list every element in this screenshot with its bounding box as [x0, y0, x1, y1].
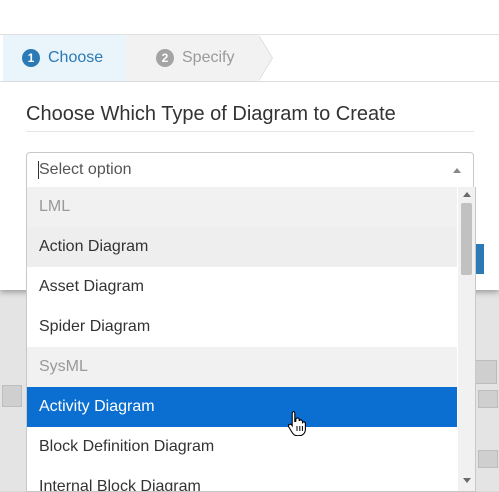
primary-action-button[interactable]	[476, 244, 484, 274]
hand-pointer-icon	[287, 410, 306, 436]
step-arrow	[258, 35, 272, 81]
title-divider	[26, 131, 474, 132]
option-group-sysml: SysML	[27, 347, 457, 387]
step-number-badge: 2	[156, 49, 174, 67]
step-label: Specify	[182, 49, 235, 66]
step-label: Choose	[48, 49, 104, 66]
wizard-steps: 1 Choose 2 Specify	[0, 35, 499, 82]
scroll-up-icon[interactable]	[463, 192, 471, 197]
wizard-step-specify[interactable]: 2 Specify	[126, 35, 258, 81]
dialog-header	[0, 0, 499, 35]
option-asset-diagram[interactable]: Asset Diagram	[27, 267, 457, 307]
dialog-title: Choose Which Type of Diagram to Create	[26, 103, 396, 125]
select-placeholder: Select option	[39, 161, 132, 178]
background-shape	[475, 360, 497, 384]
wizard-step-choose[interactable]: 1 Choose	[3, 35, 125, 81]
scrollbar-thumb[interactable]	[461, 203, 472, 275]
scroll-down-icon[interactable]	[463, 478, 471, 483]
background-shape	[478, 450, 498, 468]
dropdown-scrollbar[interactable]	[458, 187, 475, 491]
diagram-type-dropdown: LML Action Diagram Asset Diagram Spider …	[26, 187, 476, 492]
step-number-badge: 1	[22, 49, 40, 67]
background-shape	[478, 390, 498, 408]
option-spider-diagram[interactable]: Spider Diagram	[27, 307, 457, 347]
diagram-type-select[interactable]: Select option	[26, 152, 474, 188]
caret-up-icon[interactable]	[453, 168, 461, 173]
option-internal-block-diagram[interactable]: Internal Block Diagram	[27, 467, 457, 491]
background-shape	[2, 385, 22, 407]
option-activity-diagram[interactable]: Activity Diagram	[27, 387, 457, 427]
option-action-diagram[interactable]: Action Diagram	[27, 227, 457, 267]
option-group-lml: LML	[27, 187, 457, 227]
option-block-definition-diagram[interactable]: Block Definition Diagram	[27, 427, 457, 467]
